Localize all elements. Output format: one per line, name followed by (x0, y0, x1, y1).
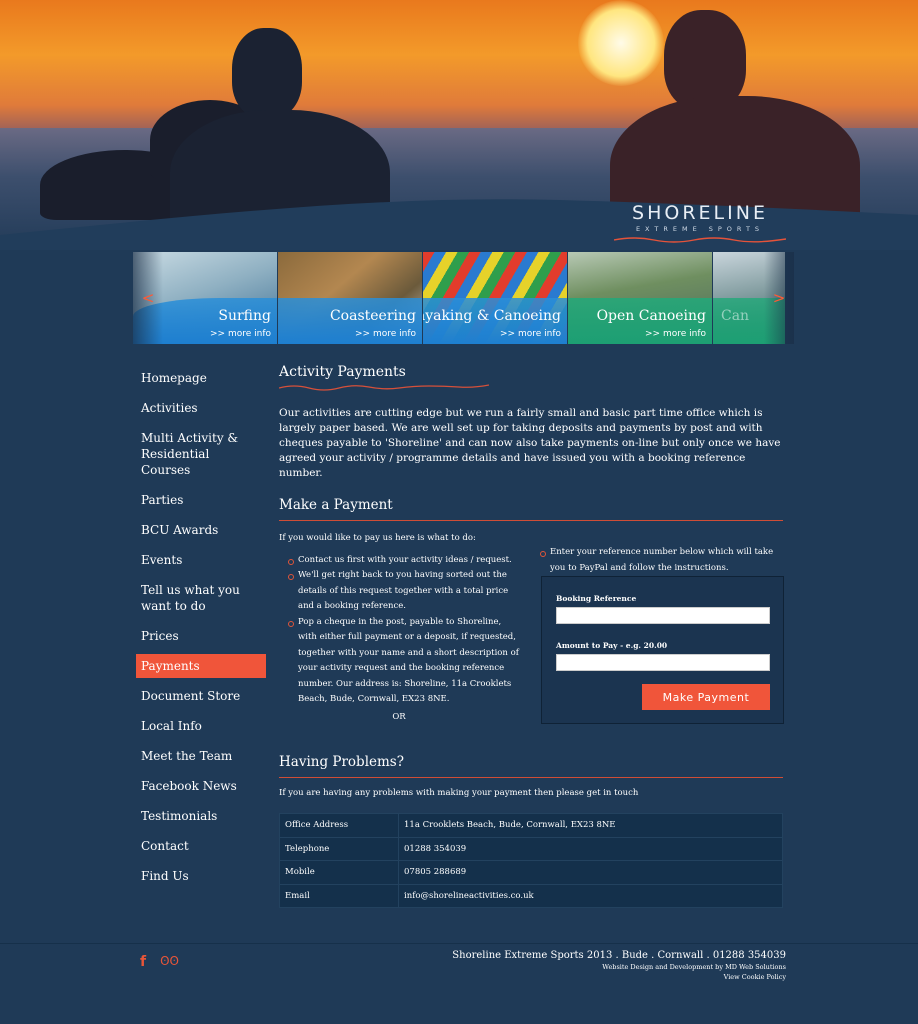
table-cell-key: Office Address (279, 813, 399, 838)
problems-text: If you are having any problems with maki… (279, 788, 639, 798)
sidebar-item-meet-the-team[interactable]: Meet the Team (136, 744, 266, 768)
contact-table: Office Address 11a Crooklets Beach, Bude… (279, 813, 783, 908)
slide-title: Surfing (218, 308, 271, 324)
table-row: Mobile 07805 288689 (279, 860, 783, 885)
sidebar-item-parties[interactable]: Parties (136, 488, 266, 512)
slide-more-link[interactable]: >> more info (500, 329, 561, 339)
slide-more-link[interactable]: >> more info (355, 329, 416, 339)
instructions-intro: If you would like to pay us here is what… (279, 533, 476, 543)
table-row: Office Address 11a Crooklets Beach, Bude… (279, 813, 783, 838)
table-cell-key: Email (279, 883, 399, 908)
instructions-list: Contact us first with your activity idea… (279, 553, 519, 708)
slide-more-link[interactable]: >> more info (645, 329, 706, 339)
logo-swoosh-icon (614, 237, 786, 243)
sidebar-item-events[interactable]: Events (136, 548, 266, 572)
intro-paragraph: Our activities are cutting edge but we r… (279, 407, 781, 479)
footer-info: Shoreline Extreme Sports 2013 . Bude . C… (452, 950, 786, 981)
activity-carousel: Surfing >> more info Coasteering >> more… (133, 252, 785, 344)
paypal-text: Enter your reference number below which … (539, 545, 783, 576)
sidebar-item-testimonials[interactable]: Testimonials (136, 804, 266, 828)
booking-reference-input[interactable] (556, 607, 770, 624)
sidebar-item-facebook-news[interactable]: Facebook News (136, 774, 266, 798)
footer-copyright: Shoreline Extreme Sports 2013 . Bude . C… (452, 950, 786, 961)
list-item: Contact us first with your activity idea… (287, 553, 519, 569)
table-cell-key: Mobile (279, 860, 399, 885)
amount-label: Amount to Pay - e.g. 20.00 (556, 641, 668, 650)
cookie-policy-link[interactable]: View Cookie Policy (452, 973, 786, 981)
problems-section: Having Problems? If you are having any p… (279, 754, 783, 908)
sidebar-item-tell-us[interactable]: Tell us what you want to do (136, 578, 266, 618)
carousel-slide-coasteering[interactable]: Coasteering >> more info (278, 252, 422, 344)
slide-title: Kayaking & Canoeing (423, 308, 561, 324)
sidebar-item-document-store[interactable]: Document Store (136, 684, 266, 708)
sidebar-item-multi-activity[interactable]: Multi Activity & Residential Courses (136, 426, 266, 482)
slide-title: Can (721, 308, 750, 324)
table-cell-value: 11a Crooklets Beach, Bude, Cornwall, EX2… (398, 813, 783, 838)
sidebar-item-prices[interactable]: Prices (136, 624, 266, 648)
sidebar-item-local-info[interactable]: Local Info (136, 714, 266, 738)
payment-form: Booking Reference Amount to Pay - e.g. 2… (541, 576, 784, 724)
paypal-instructions: Enter your reference number below which … (539, 545, 783, 576)
sidebar-item-contact[interactable]: Contact (136, 834, 266, 858)
list-item: Pop a cheque in the post, payable to Sho… (287, 615, 519, 708)
sidebar-item-activities[interactable]: Activities (136, 396, 266, 420)
table-row: Email info@shorelineactivities.co.uk (279, 883, 783, 908)
carousel-next-arrow-icon[interactable]: > (764, 252, 794, 344)
carousel-prev-arrow-icon[interactable]: < (133, 252, 163, 344)
email-link[interactable]: info@shorelineactivities.co.uk (398, 883, 783, 908)
sidebar-item-homepage[interactable]: Homepage (136, 366, 266, 390)
slide-title: Coasteering (329, 308, 416, 324)
sidebar-item-find-us[interactable]: Find Us (136, 864, 266, 888)
slide-title: Open Canoeing (596, 308, 706, 324)
booking-reference-label: Booking Reference (556, 594, 637, 603)
social-links: f ʘʘ (140, 954, 179, 970)
make-payment-heading: Make a Payment (279, 497, 783, 521)
person-silhouette-right (664, 10, 746, 110)
facebook-icon[interactable]: f (140, 954, 146, 970)
list-item: We'll get right back to you having sorte… (287, 568, 519, 615)
hero-banner: SHORELINE EXTREME SPORTS (0, 0, 918, 250)
slide-more-link[interactable]: >> more info (210, 329, 271, 339)
amount-input[interactable] (556, 654, 770, 671)
person-silhouette-left (232, 28, 302, 118)
problems-heading: Having Problems? (279, 754, 783, 778)
or-separator: OR (392, 711, 406, 722)
tripadvisor-icon[interactable]: ʘʘ (160, 954, 179, 970)
title-squiggle (279, 384, 489, 391)
shoreline-logo[interactable]: SHORELINE EXTREME SPORTS (614, 202, 786, 243)
table-cell-key: Telephone (279, 836, 399, 861)
page-title: Activity Payments (279, 364, 406, 380)
carousel-slide-open-canoeing[interactable]: Open Canoeing >> more info (568, 252, 712, 344)
sidebar-item-bcu-awards[interactable]: BCU Awards (136, 518, 266, 542)
sun (578, 0, 664, 86)
make-payment-button[interactable]: Make Payment (642, 684, 770, 710)
table-row: Telephone 01288 354039 (279, 836, 783, 861)
sidebar-nav: Homepage Activities Multi Activity & Res… (136, 366, 266, 894)
footer-credit-link[interactable]: Website Design and Development by MD Web… (452, 963, 786, 971)
payment-instructions: If you would like to pay us here is what… (279, 531, 519, 725)
carousel-slide-kayaking[interactable]: Kayaking & Canoeing >> more info (423, 252, 567, 344)
table-cell-value: 07805 288689 (398, 860, 783, 885)
table-cell-value: 01288 354039 (398, 836, 783, 861)
footer-divider (0, 943, 918, 944)
sidebar-item-payments[interactable]: Payments (136, 654, 266, 678)
